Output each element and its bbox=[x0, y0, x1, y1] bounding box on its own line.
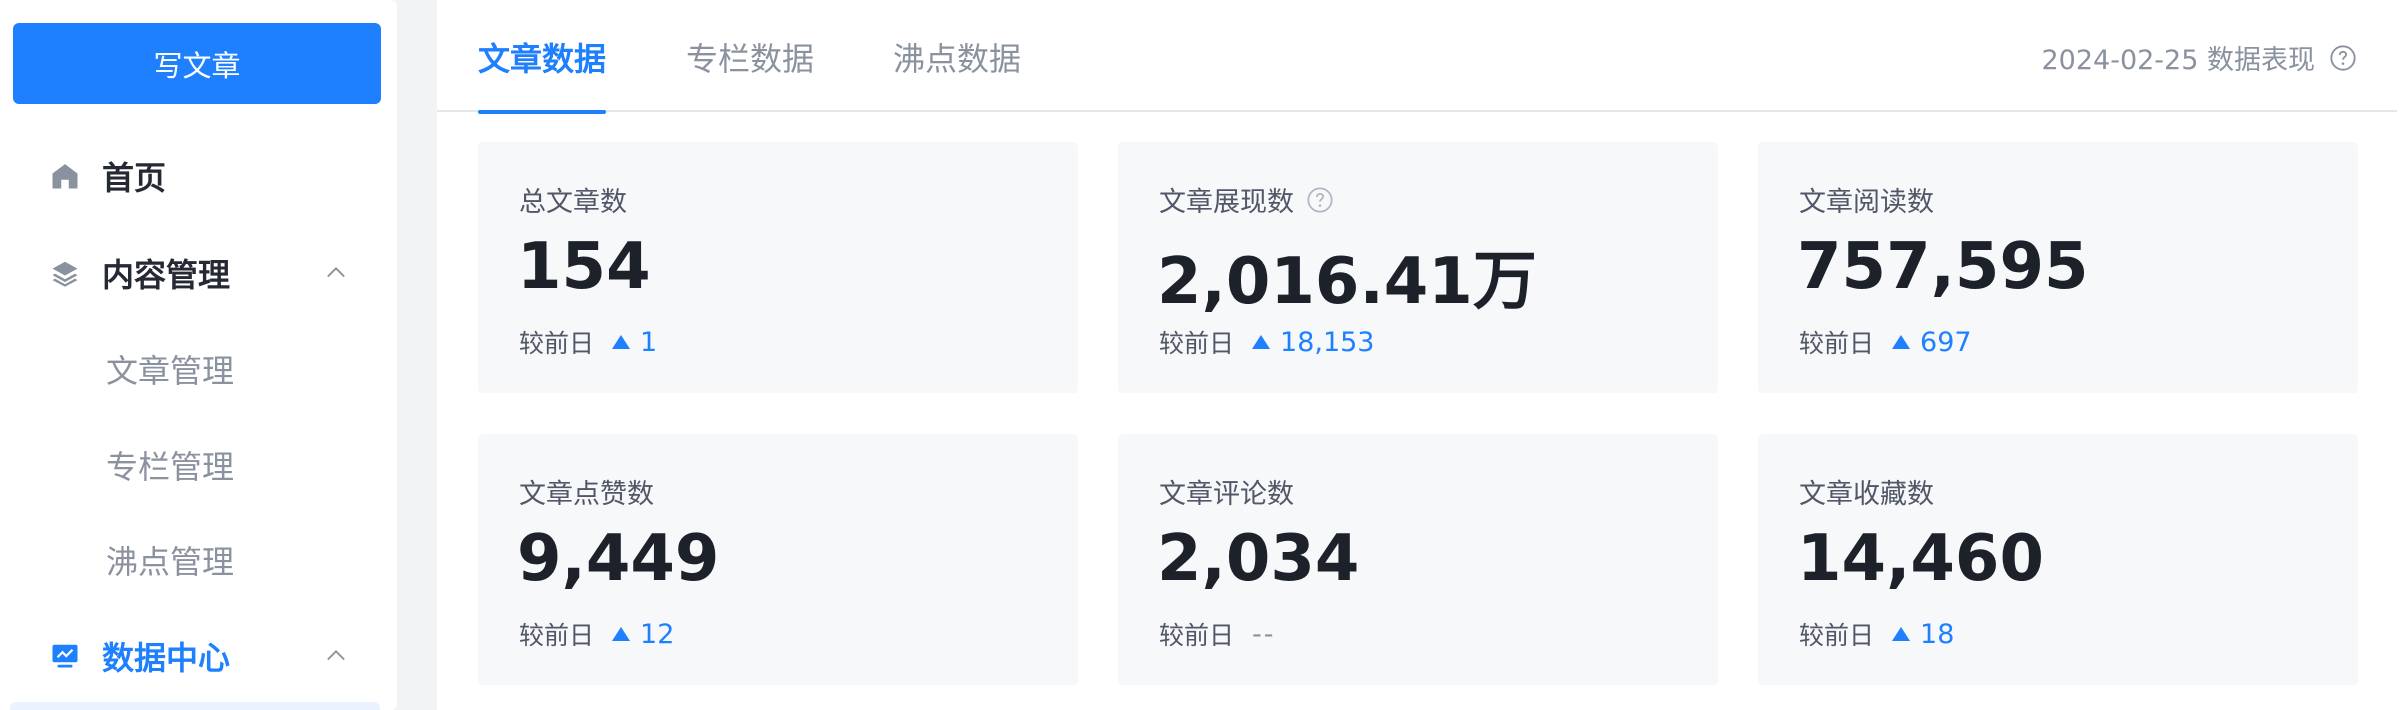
stat-delta: 18 bbox=[1920, 618, 1955, 650]
stat-title-text: 文章阅读数 bbox=[1799, 187, 1934, 218]
sidebar-item-label: 首页 bbox=[102, 159, 167, 197]
help-icon[interactable] bbox=[1306, 186, 1334, 214]
stat-value: 2,034 bbox=[1157, 522, 1360, 596]
stat-title: 总文章数 bbox=[519, 180, 627, 219]
stat-card-total-articles: 总文章数 154 较前日 1 bbox=[478, 142, 1078, 393]
chevron-up-icon[interactable] bbox=[322, 642, 350, 670]
increase-arrow-icon bbox=[612, 627, 631, 641]
stat-card-reads: 文章阅读数 757,595 较前日 697 bbox=[1758, 142, 2358, 393]
compare-label: 较前日 bbox=[519, 621, 595, 650]
sidebar-item-pins-management[interactable]: 沸点管理 bbox=[0, 525, 397, 595]
increase-arrow-icon bbox=[1892, 335, 1911, 349]
compare-label: 较前日 bbox=[1799, 621, 1875, 650]
compare-label: 较前日 bbox=[1159, 329, 1235, 358]
stat-compare: 较前日 697 bbox=[1799, 324, 1972, 360]
stat-value: 2,016.41万 bbox=[1157, 245, 1537, 319]
stat-delta: 18,153 bbox=[1280, 326, 1375, 358]
sidebar-item-content-management[interactable]: 内容管理 bbox=[0, 238, 397, 308]
stat-delta: 1 bbox=[640, 326, 658, 358]
increase-arrow-icon bbox=[1252, 335, 1271, 349]
sidebar-item-label: 沸点管理 bbox=[106, 543, 235, 581]
stat-card-impressions: 文章展现数 2,016.41万 较前日 18,153 bbox=[1118, 142, 1718, 393]
sidebar-item-label: 数据中心 bbox=[102, 639, 231, 677]
sidebar: 写文章 首页 内容管理 文章管理 专栏管理 沸点管理 数据中心 bbox=[0, 0, 397, 710]
date-info: 2024-02-25 数据表现 bbox=[2042, 38, 2358, 77]
compare-label: 较前日 bbox=[519, 329, 595, 358]
stat-value: 154 bbox=[517, 230, 651, 304]
main-panel: 文章数据 专栏数据 沸点数据 2024-02-25 数据表现 总文章数 154 … bbox=[437, 0, 2402, 710]
stat-title-text: 总文章数 bbox=[519, 187, 627, 218]
stat-compare: 较前日 1 bbox=[519, 324, 657, 360]
increase-arrow-icon bbox=[1892, 627, 1911, 641]
increase-arrow-icon bbox=[612, 335, 631, 349]
stat-title: 文章评论数 bbox=[1159, 472, 1294, 511]
tab-article-data[interactable]: 文章数据 bbox=[478, 34, 607, 114]
stat-title-text: 文章展现数 bbox=[1159, 187, 1294, 218]
stat-card-comments: 文章评论数 2,034 较前日 -- bbox=[1118, 434, 1718, 685]
sidebar-item-label: 内容管理 bbox=[102, 256, 231, 294]
stat-value: 14,460 bbox=[1797, 522, 2044, 596]
stat-title: 文章展现数 bbox=[1159, 180, 1334, 219]
stat-card-favorites: 文章收藏数 14,460 较前日 18 bbox=[1758, 434, 2358, 685]
tab-column-data[interactable]: 专栏数据 bbox=[686, 34, 814, 112]
stat-delta: -- bbox=[1252, 618, 1276, 650]
stat-title-text: 文章收藏数 bbox=[1799, 479, 1934, 510]
write-article-button[interactable]: 写文章 bbox=[13, 23, 381, 104]
compare-label: 较前日 bbox=[1799, 329, 1875, 358]
stat-delta: 12 bbox=[640, 618, 675, 650]
stat-compare: 较前日 18,153 bbox=[1159, 324, 1375, 360]
stat-title: 文章阅读数 bbox=[1799, 180, 1934, 219]
layers-icon bbox=[48, 256, 82, 290]
active-subitem-highlight bbox=[10, 702, 380, 710]
stat-title: 文章收藏数 bbox=[1799, 472, 1934, 511]
sidebar-item-label: 专栏管理 bbox=[106, 448, 235, 486]
stat-value: 9,449 bbox=[517, 522, 720, 596]
chart-monitor-icon bbox=[48, 639, 82, 673]
stat-title: 文章点赞数 bbox=[519, 472, 654, 511]
stat-title-text: 文章评论数 bbox=[1159, 479, 1294, 510]
stat-compare: 较前日 12 bbox=[519, 616, 674, 652]
sidebar-item-article-management[interactable]: 文章管理 bbox=[0, 334, 397, 404]
sidebar-item-data-center[interactable]: 数据中心 bbox=[0, 621, 397, 691]
help-icon[interactable] bbox=[2329, 44, 2357, 72]
stat-compare: 较前日 18 bbox=[1799, 616, 1954, 652]
date-info-text: 2024-02-25 数据表现 bbox=[2041, 45, 2316, 76]
stat-title-text: 文章点赞数 bbox=[519, 479, 654, 510]
stat-delta: 697 bbox=[1920, 326, 1972, 358]
sidebar-item-label: 文章管理 bbox=[106, 352, 235, 390]
sidebar-item-home[interactable]: 首页 bbox=[0, 141, 397, 211]
compare-label: 较前日 bbox=[1159, 621, 1235, 650]
home-icon bbox=[48, 159, 82, 193]
stat-compare: 较前日 -- bbox=[1159, 616, 1276, 652]
tab-pins-data[interactable]: 沸点数据 bbox=[893, 34, 1021, 112]
chevron-up-icon[interactable] bbox=[322, 259, 350, 287]
stat-card-likes: 文章点赞数 9,449 较前日 12 bbox=[478, 434, 1078, 685]
stat-value: 757,595 bbox=[1797, 230, 2089, 304]
tab-bar: 文章数据 专栏数据 沸点数据 2024-02-25 数据表现 bbox=[437, 0, 2397, 114]
sidebar-item-column-management[interactable]: 专栏管理 bbox=[0, 430, 397, 500]
